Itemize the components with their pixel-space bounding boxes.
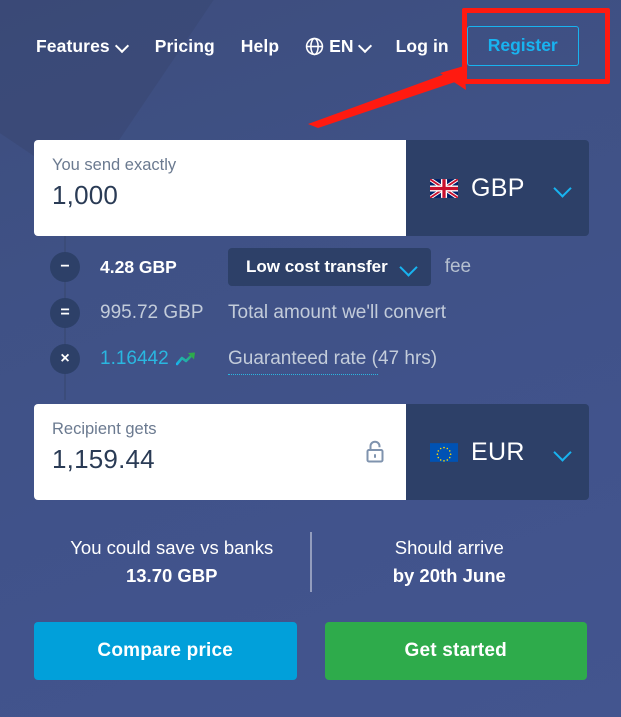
- gb-flag-icon: [430, 178, 458, 198]
- receive-amount-label: Recipient gets: [52, 420, 157, 438]
- fee-amount: 4.28 GBP: [100, 256, 177, 277]
- nav-pricing-label: Pricing: [154, 35, 215, 56]
- unlock-icon[interactable]: [364, 439, 386, 465]
- globe-icon: [305, 37, 324, 55]
- operator-equals-icon: =: [50, 298, 80, 328]
- guaranteed-rate-underline: [228, 374, 378, 375]
- operator-multiply-icon: ×: [50, 344, 80, 374]
- operator-minus-icon: −: [50, 252, 80, 282]
- guaranteed-rate-label-group[interactable]: Guaranteed rate (47 hrs): [228, 348, 438, 375]
- compare-price-button[interactable]: Compare price: [34, 622, 297, 680]
- arrival-info: Should arrive by 20th June: [312, 526, 588, 598]
- exchange-rate-value-group: 1.16442: [100, 348, 228, 370]
- get-started-button[interactable]: Get started: [324, 622, 587, 680]
- total-convert-label: Total amount we'll convert: [228, 302, 447, 323]
- nav-item-features[interactable]: Features: [36, 36, 129, 57]
- cta-row: Compare price Get started: [34, 622, 587, 680]
- nav-language-label: EN: [329, 35, 354, 56]
- guaranteed-rate-link[interactable]: Guaranteed rate: [228, 348, 366, 369]
- page-root: Features Pricing Help EN Log in Register: [0, 0, 621, 717]
- nav-item-language[interactable]: EN: [305, 36, 372, 57]
- chevron-down-icon: [116, 40, 129, 53]
- fee-breakdown: − 4.28 GBP Low cost transfer fee = 995.7…: [34, 228, 621, 400]
- guaranteed-rate-duration: (47 hrs): [366, 348, 438, 369]
- top-navigation: Features Pricing Help EN Log in Register: [0, 0, 621, 92]
- receive-currency-select[interactable]: EUR: [406, 404, 589, 500]
- send-currency-code: GBP: [471, 173, 525, 202]
- send-currency-select[interactable]: GBP: [406, 140, 589, 236]
- register-button[interactable]: Register: [466, 26, 579, 66]
- nav-item-help[interactable]: Help: [241, 36, 279, 57]
- savings-title: You could save vs banks: [70, 537, 274, 558]
- savings-value: 13.70 GBP: [125, 565, 218, 586]
- nav-item-login[interactable]: Log in: [396, 36, 449, 57]
- nav-login-label: Log in: [395, 35, 449, 56]
- chevron-down-icon: [359, 40, 372, 53]
- eu-flag-icon: [430, 442, 458, 462]
- transfer-type-select[interactable]: Low cost transfer: [228, 248, 431, 286]
- send-amount-value: 1,000: [52, 180, 119, 210]
- breakdown-row-total: = 995.72 GBP Total amount we'll convert: [34, 290, 621, 336]
- send-amount-input[interactable]: You send exactly 1,000: [34, 140, 406, 236]
- nav-item-pricing[interactable]: Pricing: [155, 36, 215, 57]
- receive-amount-input[interactable]: Recipient gets 1,159.44: [34, 404, 406, 500]
- chevron-down-icon: [554, 180, 571, 197]
- chevron-down-icon: [554, 444, 571, 461]
- breakdown-row-rate: × 1.16442 Guaranteed rate (47 hrs): [34, 336, 621, 382]
- send-amount-row: You send exactly 1,000 GBP: [34, 140, 589, 236]
- receive-amount-row: Recipient gets 1,159.44 EUR: [34, 404, 589, 500]
- summary-info-row: You could save vs banks 13.70 GBP Should…: [34, 526, 587, 598]
- chevron-down-icon: [400, 259, 417, 276]
- arrival-title: Should arrive: [394, 537, 504, 558]
- send-amount-label: You send exactly: [52, 156, 177, 174]
- savings-info: You could save vs banks 13.70 GBP: [34, 526, 310, 598]
- receive-amount-value: 1,159.44: [52, 444, 155, 474]
- total-convert-amount: 995.72 GBP: [100, 302, 204, 323]
- breakdown-row-fee: − 4.28 GBP Low cost transfer fee: [34, 244, 621, 290]
- arrival-value: by 20th June: [392, 565, 506, 586]
- transfer-type-label: Low cost transfer: [246, 257, 388, 276]
- fee-suffix-label: fee: [444, 256, 472, 277]
- nav-features-label: Features: [36, 35, 110, 56]
- trending-up-icon: [175, 352, 195, 366]
- nav-help-label: Help: [240, 35, 280, 56]
- exchange-rate-value: 1.16442: [100, 348, 169, 369]
- currency-calculator: You send exactly 1,000 GBP − 4.28 GBP Lo…: [0, 92, 621, 680]
- receive-currency-code: EUR: [471, 437, 525, 466]
